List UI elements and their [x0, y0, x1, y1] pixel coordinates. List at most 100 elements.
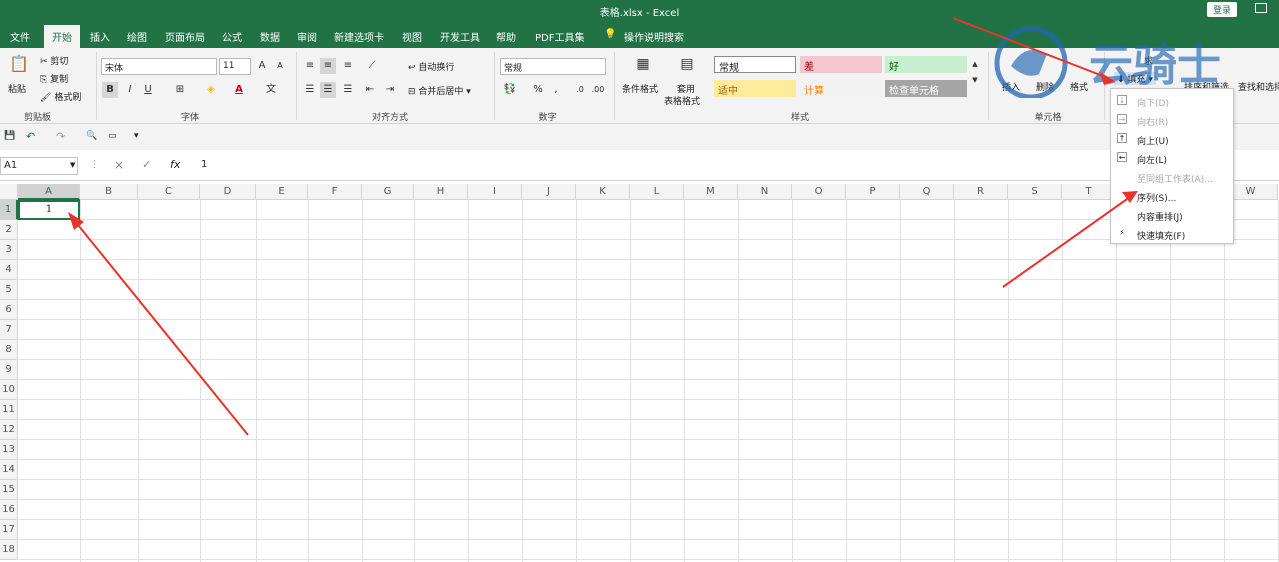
cell-a1[interactable]: 1 — [18, 200, 80, 220]
format-cells-button[interactable]: 格式 — [1070, 80, 1088, 93]
gallery-up-icon[interactable]: ▲ — [970, 56, 980, 72]
align-top-icon[interactable]: ≡ — [302, 58, 318, 74]
column-header-d[interactable]: D — [200, 184, 256, 200]
comma-button[interactable]: , — [548, 82, 564, 98]
row-header-17[interactable]: 17 — [0, 520, 18, 540]
row-header-5[interactable]: 5 — [0, 280, 18, 300]
borders-icon[interactable]: ⊞ — [172, 82, 188, 98]
cell-style-1[interactable]: 差 — [800, 56, 882, 73]
fill-menu-item-2[interactable]: ↑ 向上(U) — [1111, 129, 1233, 148]
tab-draw[interactable]: 绘图 — [127, 29, 147, 44]
tab-help[interactable]: 帮助 — [496, 29, 516, 44]
enter-icon[interactable]: ✓ — [142, 158, 151, 171]
table-format-icon[interactable]: ▤ — [676, 56, 698, 78]
decrease-decimal-icon[interactable]: .00 — [590, 82, 606, 98]
fill-menu-item-6[interactable]: 内容重排(J) — [1111, 205, 1233, 224]
tab-review[interactable]: 审阅 — [297, 29, 317, 44]
paste-button[interactable]: 粘贴 — [8, 82, 26, 95]
fill-menu-item-7[interactable]: ⚡ 快速填充(F) — [1111, 224, 1233, 243]
column-header-i[interactable]: I — [468, 184, 522, 200]
row-header-7[interactable]: 7 — [0, 320, 18, 340]
row-header-4[interactable]: 4 — [0, 260, 18, 280]
row-header-13[interactable]: 13 — [0, 440, 18, 460]
tab-data[interactable]: 数据 — [260, 29, 280, 44]
tab-home[interactable]: 开始 — [44, 25, 80, 48]
row-header-8[interactable]: 8 — [0, 340, 18, 360]
save-icon[interactable]: 💾 — [4, 131, 15, 141]
column-header-h[interactable]: H — [414, 184, 468, 200]
row-header-2[interactable]: 2 — [0, 220, 18, 240]
row-header-12[interactable]: 12 — [0, 420, 18, 440]
tab-insert[interactable]: 插入 — [90, 29, 110, 44]
row-header-14[interactable]: 14 — [0, 460, 18, 480]
underline-button[interactable]: U — [140, 82, 156, 98]
ribbon-display-options-icon[interactable] — [1255, 3, 1267, 13]
insert-function-icon[interactable]: fx — [170, 158, 180, 171]
cut-button[interactable]: ✂ 剪切 — [40, 54, 68, 67]
row-header-9[interactable]: 9 — [0, 360, 18, 380]
tell-me-search[interactable]: 操作说明搜索 — [624, 29, 684, 44]
column-header-b[interactable]: B — [80, 184, 138, 200]
conditional-format-button[interactable]: 条件格式 — [622, 82, 658, 95]
fill-menu-item-5[interactable]: 序列(S)... — [1111, 186, 1233, 205]
tab-pdf-tools[interactable]: PDF工具集 — [535, 29, 584, 44]
column-header-o[interactable]: O — [792, 184, 846, 200]
cell-style-2[interactable]: 好 — [885, 56, 967, 73]
column-header-s[interactable]: S — [1008, 184, 1062, 200]
gallery-down-icon[interactable]: ▼ — [970, 72, 980, 88]
cell-style-4[interactable]: 计算 — [800, 80, 882, 97]
undo-icon[interactable]: ↶ — [26, 130, 35, 143]
column-header-p[interactable]: P — [846, 184, 900, 200]
name-box[interactable]: A1 — [0, 157, 78, 175]
font-size-select[interactable]: 11 — [219, 58, 251, 75]
select-all-corner[interactable] — [0, 184, 18, 200]
fill-menu-item-3[interactable]: ← 向左(L) — [1111, 148, 1233, 167]
column-header-t[interactable]: T — [1062, 184, 1116, 200]
fill-menu-item-1[interactable]: → 向右(R) — [1111, 110, 1233, 129]
row-header-16[interactable]: 16 — [0, 500, 18, 520]
align-center-icon[interactable]: ☰ — [320, 82, 336, 98]
row-header-18[interactable]: 18 — [0, 540, 18, 560]
tab-file[interactable]: 文件 — [10, 29, 30, 44]
row-header-11[interactable]: 11 — [0, 400, 18, 420]
tab-new-tab[interactable]: 新建选项卡 — [334, 29, 384, 44]
column-header-m[interactable]: M — [684, 184, 738, 200]
screen-icon[interactable]: ▭ — [108, 131, 117, 141]
column-header-f[interactable]: F — [308, 184, 362, 200]
decrease-font-icon[interactable]: A — [272, 58, 288, 74]
row-header-10[interactable]: 10 — [0, 380, 18, 400]
paste-icon[interactable]: 📋 — [8, 56, 30, 80]
orientation-icon[interactable]: ⟋ — [364, 58, 380, 74]
increase-decimal-icon[interactable]: .0 — [572, 82, 588, 98]
tab-formulas[interactable]: 公式 — [222, 29, 242, 44]
copy-button[interactable]: ⎘ 复制 — [40, 72, 68, 85]
name-box-dropdown-icon[interactable]: ▼ — [70, 161, 75, 169]
table-format-label-2[interactable]: 表格格式 — [664, 94, 700, 107]
align-bottom-icon[interactable]: ≡ — [340, 58, 356, 74]
align-right-icon[interactable]: ☰ — [340, 82, 356, 98]
find-select-button[interactable]: 查找和选择 — [1238, 80, 1279, 93]
align-middle-icon[interactable]: ≡ — [320, 58, 336, 74]
percent-button[interactable]: % — [530, 82, 546, 98]
column-header-c[interactable]: C — [138, 184, 200, 200]
merge-center-button[interactable]: ⊟ 合并后居中 ▾ — [408, 84, 471, 97]
print-preview-icon[interactable]: 🔍 — [86, 131, 97, 141]
format-painter-button[interactable]: 🖌 格式刷 — [40, 90, 81, 103]
tab-developer[interactable]: 开发工具 — [440, 29, 480, 44]
redo-icon[interactable]: ↷ — [56, 130, 65, 143]
align-left-icon[interactable]: ☰ — [302, 82, 318, 98]
column-header-l[interactable]: L — [630, 184, 684, 200]
bold-button[interactable]: B — [102, 82, 118, 98]
currency-icon[interactable]: 💱 — [502, 82, 518, 98]
wrap-text-button[interactable]: ↩ 自动换行 — [408, 60, 454, 73]
column-header-q[interactable]: Q — [900, 184, 954, 200]
font-name-select[interactable]: 宋体 — [101, 58, 217, 75]
column-header-j[interactable]: J — [522, 184, 576, 200]
font-color-icon[interactable]: A — [231, 82, 247, 98]
conditional-format-icon[interactable]: ▦ — [632, 56, 654, 78]
cell-style-5[interactable]: 检查单元格 — [885, 80, 967, 97]
column-header-a[interactable]: A — [18, 184, 80, 200]
row-header-15[interactable]: 15 — [0, 480, 18, 500]
login-button[interactable]: 登录 — [1206, 2, 1237, 17]
phonetic-icon[interactable]: 文 — [263, 82, 279, 98]
